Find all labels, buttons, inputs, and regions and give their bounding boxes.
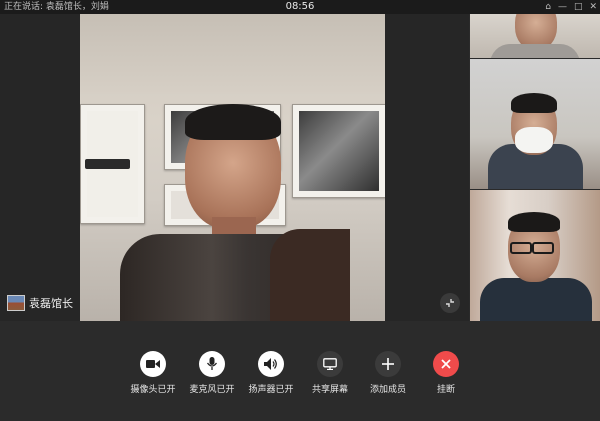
participant-main-figure: [120, 104, 350, 321]
pin-icon[interactable]: ⌂: [545, 0, 551, 14]
call-timer: 08:56: [285, 1, 315, 12]
hang-up-button[interactable]: 挂断: [411, 351, 481, 395]
title-bar: 正在说话: 袁磊馆长，刘娟 08:56 ⌂ — □ ✕: [0, 0, 600, 14]
call-controls-bar: 摄像头已开 麦克风已开 扬声器已开 共享屏幕 添加成员 挂断: [0, 321, 600, 421]
hair: [511, 93, 557, 113]
hair: [508, 212, 560, 232]
add-icon: [375, 351, 401, 377]
main-participant-label: 袁磊馆长: [7, 295, 73, 311]
collapse-icon[interactable]: [440, 293, 460, 313]
window-controls: ⌂ — □ ✕: [545, 0, 597, 14]
participant-tile[interactable]: [470, 59, 600, 189]
screen-share-icon: [317, 351, 343, 377]
hang-up-label: 挂断: [436, 385, 455, 395]
minimize-icon[interactable]: —: [558, 0, 567, 14]
jacket: [270, 229, 350, 321]
participant-tile[interactable]: [470, 190, 600, 321]
glasses: [510, 242, 532, 254]
microphone-icon: [199, 351, 225, 377]
camera-icon: [140, 351, 166, 377]
participant-tile[interactable]: [470, 14, 600, 58]
close-icon[interactable]: ✕: [589, 0, 597, 14]
hair: [185, 104, 281, 140]
participant-sidebar: [469, 14, 600, 321]
ceiling: [80, 14, 385, 94]
close-icon: [433, 351, 459, 377]
shirt: [490, 44, 580, 58]
main-participant-name: 袁磊馆长: [29, 297, 73, 310]
speaker-icon: [258, 351, 284, 377]
main-video-feed[interactable]: [80, 14, 385, 321]
avatar: [7, 295, 25, 311]
maximize-icon[interactable]: □: [574, 0, 583, 14]
glasses: [532, 242, 554, 254]
jacket: [480, 278, 592, 321]
face-mask: [515, 127, 553, 153]
